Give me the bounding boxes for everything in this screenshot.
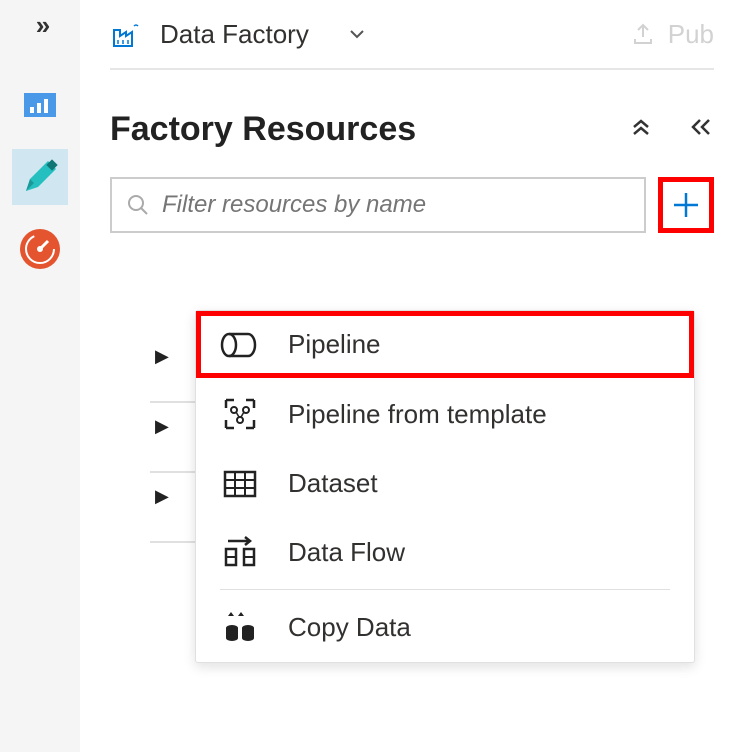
collapse-up-icon[interactable]	[630, 116, 652, 144]
menu-item-pipeline[interactable]: Pipeline	[196, 311, 694, 378]
menu-item-label: Data Flow	[288, 537, 405, 568]
menu-item-label: Copy Data	[288, 612, 411, 643]
section-title: Factory Resources	[110, 110, 416, 149]
menu-item-dataset[interactable]: Dataset	[196, 450, 694, 517]
filter-row	[110, 177, 714, 233]
monitor-nav-icon[interactable]	[12, 221, 68, 277]
header-bar: Data Factory Pub	[110, 0, 714, 70]
tree-divider	[150, 471, 196, 473]
tree-divider	[150, 401, 196, 403]
breadcrumb-label[interactable]: Data Factory	[160, 19, 309, 50]
menu-divider	[220, 589, 670, 590]
new-resource-menu: Pipeline Pipeline from template D	[195, 310, 695, 663]
menu-item-pipeline-template[interactable]: Pipeline from template	[196, 378, 694, 450]
author-nav-icon[interactable]	[12, 149, 68, 205]
overview-icon	[20, 85, 60, 125]
copydata-icon	[220, 610, 260, 644]
tree-expand-arrow[interactable]: ▶	[155, 346, 169, 367]
main-panel: Data Factory Pub Factory Resources	[80, 0, 744, 233]
menu-item-dataflow[interactable]: Data Flow	[196, 517, 694, 587]
tree-expand-arrow[interactable]: ▶	[155, 416, 169, 437]
dataflow-icon	[220, 535, 260, 569]
upload-icon	[630, 21, 656, 47]
collapse-left-icon[interactable]	[688, 116, 714, 144]
filter-input[interactable]	[162, 191, 630, 219]
menu-item-label: Dataset	[288, 468, 378, 499]
tree-divider	[150, 541, 196, 543]
dataset-icon	[220, 469, 260, 499]
search-icon	[126, 193, 150, 217]
add-resource-button[interactable]	[658, 177, 714, 233]
plus-icon	[668, 187, 704, 223]
section-header: Factory Resources	[110, 110, 714, 149]
menu-item-label: Pipeline	[288, 329, 381, 360]
publish-button[interactable]: Pub	[630, 19, 714, 50]
overview-nav-icon[interactable]	[12, 77, 68, 133]
chevron-down-icon[interactable]	[347, 24, 367, 44]
menu-item-copydata[interactable]: Copy Data	[196, 592, 694, 662]
filter-input-wrapper[interactable]	[110, 177, 646, 233]
left-nav-rail: »	[0, 0, 80, 752]
factory-icon	[110, 18, 142, 50]
tree-expand-arrow[interactable]: ▶	[155, 486, 169, 507]
menu-item-label: Pipeline from template	[288, 399, 547, 430]
pipeline-icon	[220, 330, 260, 360]
gauge-icon	[18, 227, 62, 271]
expand-rail-icon[interactable]: »	[36, 10, 44, 41]
publish-label: Pub	[668, 19, 714, 50]
pencil-icon	[20, 157, 60, 197]
template-icon	[220, 396, 260, 432]
